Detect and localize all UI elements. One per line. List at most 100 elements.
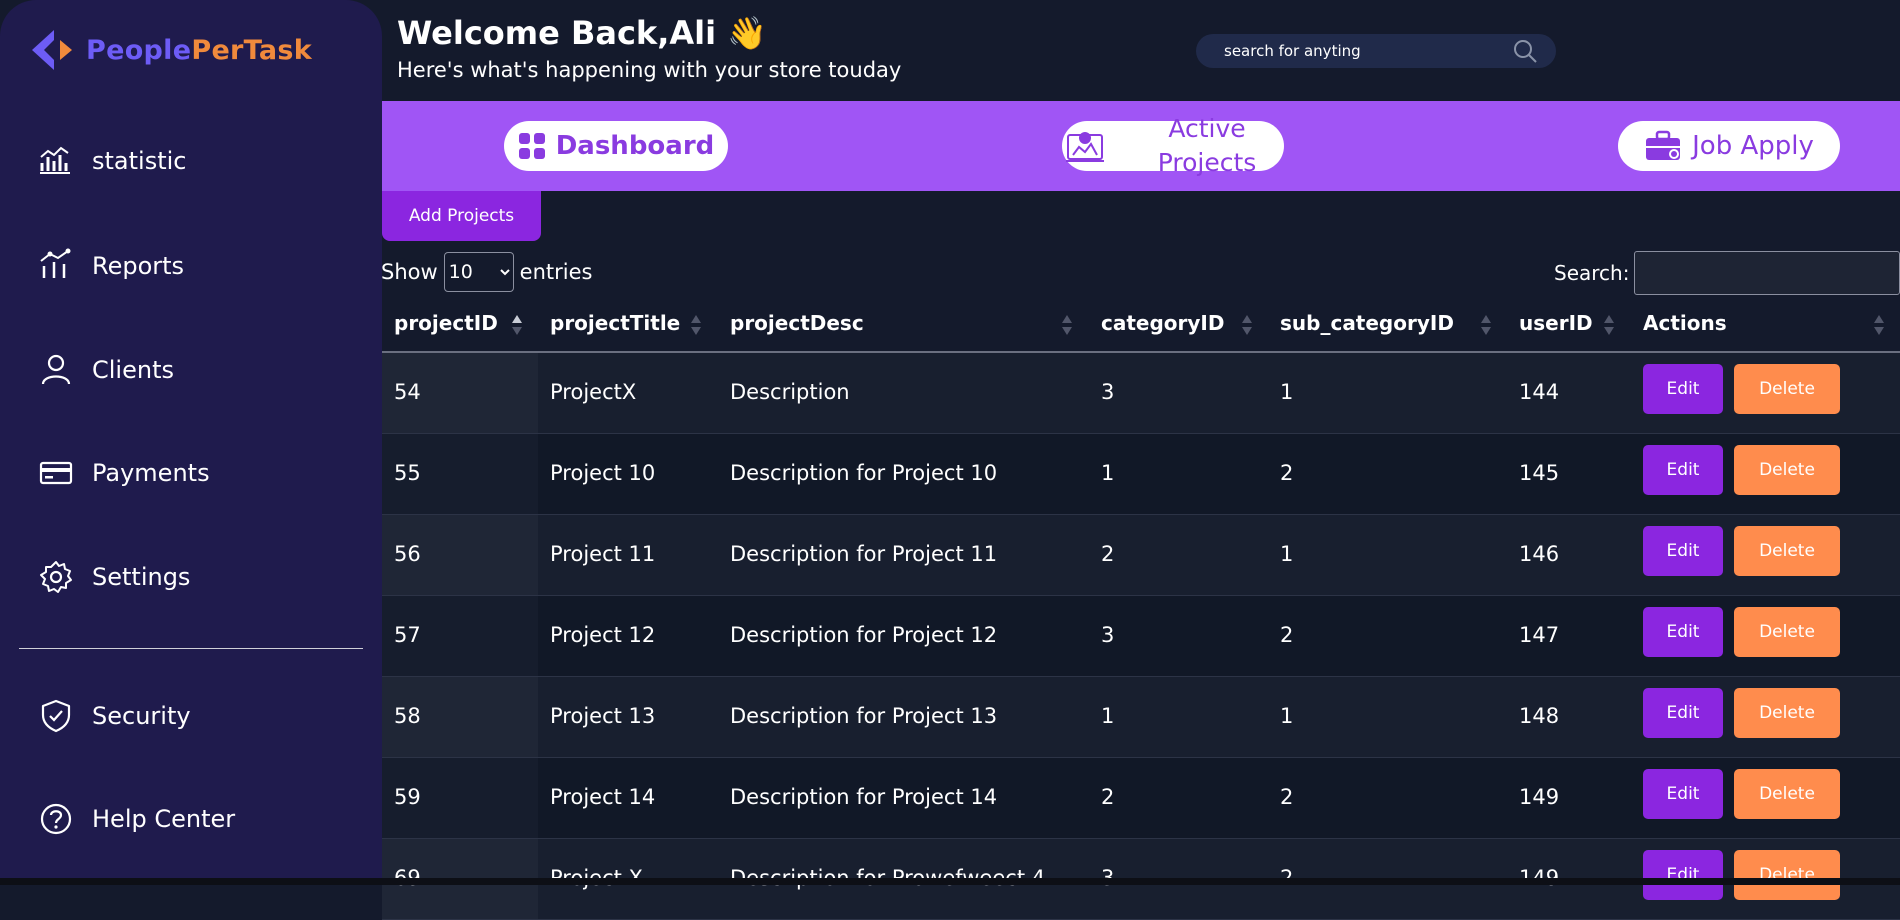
global-search[interactable] (1196, 34, 1556, 68)
active-projects-icon (1066, 132, 1104, 162)
cell-subcategory-id: 1 (1280, 380, 1294, 404)
sidebar-item-label: Clients (92, 356, 174, 384)
user-icon (41, 354, 71, 385)
sidebar-item-security[interactable]: Security (38, 698, 191, 734)
edit-button[interactable]: Edit (1643, 445, 1723, 495)
sidebar-item-settings[interactable]: Settings (38, 559, 190, 595)
delete-button[interactable]: Delete (1734, 688, 1840, 738)
cell-project-id: 55 (394, 461, 421, 485)
edit-button[interactable]: Edit (1643, 526, 1723, 576)
sidebar-item-label: Reports (92, 252, 185, 280)
search-input[interactable] (1222, 41, 1486, 61)
brand-name-part1: People (86, 34, 192, 66)
projects-table: projectID projectTitle projectDesc categ… (382, 303, 1900, 920)
sidebar-item-clients[interactable]: Clients (38, 352, 174, 388)
edit-button[interactable]: Edit (1643, 364, 1723, 414)
logo-icon (32, 30, 72, 70)
active-projects-label-line2: Projects (1157, 148, 1257, 177)
sidebar-item-payments[interactable]: Payments (38, 455, 210, 491)
cell-project-title: Project 11 (550, 542, 656, 566)
cell-user-id: 147 (1519, 623, 1560, 647)
cell-project-desc: Description for Project 11 (730, 542, 998, 566)
cell-project-id: 58 (394, 704, 421, 728)
cell-project-title: Project 10 (550, 461, 656, 485)
delete-button[interactable]: Delete (1734, 769, 1840, 819)
sort-icon[interactable] (1242, 315, 1252, 337)
table-row: 57 Project 12 Description for Project 12… (382, 596, 1900, 677)
cell-project-desc: Description for Project 12 (730, 623, 998, 647)
show-label: Show (381, 260, 438, 284)
cell-category-id: 1 (1101, 461, 1115, 485)
brand-name-part2: PerTask (191, 34, 313, 66)
column-header-projecttitle[interactable]: projectTitle (550, 311, 680, 335)
gear-icon (40, 561, 72, 593)
sidebar-item-help-center[interactable]: Help Center (38, 801, 235, 837)
delete-button[interactable]: Delete (1734, 445, 1840, 495)
top-nav-bar: Dashboard Active Projects Job Apply (382, 101, 1900, 191)
bottom-edge (0, 878, 1900, 885)
job-apply-button[interactable]: Job Apply (1618, 121, 1840, 171)
sort-icon[interactable] (1604, 315, 1614, 337)
cell-user-id: 146 (1519, 542, 1560, 566)
delete-button[interactable]: Delete (1734, 364, 1840, 414)
sidebar-item-statistic[interactable]: statistic (38, 143, 186, 179)
dashboard-label: Dashboard (555, 131, 715, 161)
table-row: 58 Project 13 Description for Project 13… (382, 677, 1900, 758)
column-header-actions[interactable]: Actions (1643, 311, 1727, 335)
column-header-userid[interactable]: userID (1519, 311, 1593, 335)
logo[interactable]: PeoplePerTask (30, 28, 312, 72)
delete-button[interactable]: Delete (1734, 526, 1840, 576)
cell-project-title: Project 12 (550, 623, 656, 647)
cell-user-id: 145 (1519, 461, 1560, 485)
cell-project-desc: Description for Project 10 (730, 461, 998, 485)
sort-icon[interactable] (1062, 315, 1072, 337)
table-header: projectID projectTitle projectDesc categ… (382, 303, 1900, 353)
cell-category-id: 2 (1101, 542, 1115, 566)
entries-select[interactable]: 10 25 50 100 (443, 252, 514, 292)
sidebar-item-reports[interactable]: Reports (38, 248, 184, 284)
column-header-categoryid[interactable]: categoryID (1101, 311, 1224, 335)
cell-category-id: 3 (1101, 623, 1115, 647)
sort-icon[interactable] (512, 315, 522, 337)
table-row: 54 ProjectX Description 3 1 144 Edit Del… (382, 353, 1900, 434)
cell-project-title: Project 14 (550, 785, 656, 809)
column-header-projectid[interactable]: projectID (394, 311, 498, 335)
edit-button[interactable]: Edit (1643, 769, 1723, 819)
add-projects-button[interactable]: Add Projects (382, 191, 541, 241)
sort-icon[interactable] (691, 315, 701, 337)
column-header-subcategoryid[interactable]: sub_categoryID (1280, 311, 1454, 335)
cell-project-id: 54 (394, 380, 421, 404)
edit-button[interactable]: Edit (1643, 850, 1723, 900)
active-projects-label-line1: Active (1168, 114, 1246, 143)
cell-project-title: Project 13 (550, 704, 656, 728)
page-subtitle: Here's what's happening with your store … (397, 58, 902, 82)
column-header-projectdesc[interactable]: projectDesc (730, 311, 864, 335)
edit-button[interactable]: Edit (1643, 607, 1723, 657)
brand-name: PeoplePerTask (86, 35, 312, 66)
credit-card-icon (39, 461, 73, 485)
cell-user-id: 149 (1519, 785, 1560, 809)
active-projects-button[interactable]: Active Projects (1062, 114, 1284, 177)
shield-icon (41, 699, 71, 733)
reports-icon (40, 248, 71, 278)
search-icon[interactable] (1512, 38, 1538, 64)
delete-button[interactable]: Delete (1734, 850, 1840, 900)
sidebar-item-label: Security (92, 702, 191, 730)
edit-button[interactable]: Edit (1643, 688, 1723, 738)
cell-subcategory-id: 2 (1280, 785, 1294, 809)
sidebar-item-label: Payments (92, 459, 210, 487)
cell-project-id: 57 (394, 623, 421, 647)
sort-icon[interactable] (1874, 315, 1884, 337)
cell-project-desc: Description for Project 14 (730, 785, 998, 809)
cell-subcategory-id: 2 (1280, 461, 1294, 485)
sort-icon[interactable] (1481, 315, 1491, 337)
sidebar-item-label: Settings (92, 563, 191, 591)
entries-label: entries (519, 260, 593, 284)
table-search-input[interactable] (1634, 251, 1900, 295)
cell-project-title: ProjectX (550, 380, 637, 404)
delete-button[interactable]: Delete (1734, 607, 1840, 657)
active-projects-label: Active Projects (1147, 112, 1267, 180)
dashboard-button[interactable]: Dashboard (504, 121, 728, 171)
cell-project-id: 56 (394, 542, 421, 566)
cell-user-id: 148 (1519, 704, 1560, 728)
